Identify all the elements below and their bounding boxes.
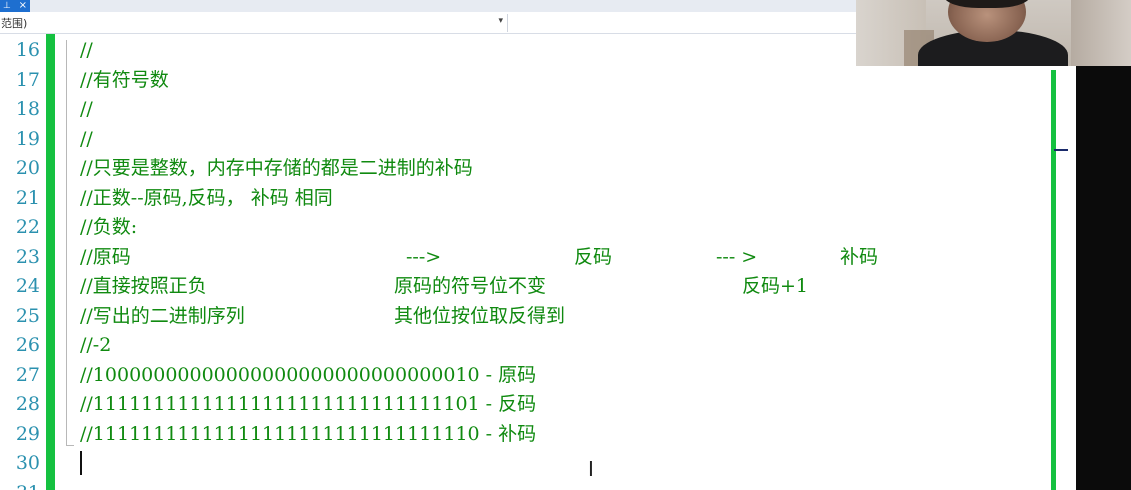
close-icon[interactable]: × <box>19 0 27 12</box>
code-line[interactable]: // <box>80 125 104 155</box>
line-number: 17 <box>15 68 40 91</box>
code-comment: 反码+1 <box>742 275 809 297</box>
text-caret <box>80 451 82 475</box>
code-comment: //10000000000000000000000000000010 - 原码 <box>80 363 537 386</box>
code-comment: ---> <box>406 245 442 268</box>
line-number: 20 <box>15 157 40 179</box>
code-line[interactable]: //负数: <box>80 213 137 243</box>
line-number: 21 <box>15 186 40 209</box>
scope-dropdown[interactable]: 范围) ▾ <box>0 14 508 32</box>
code-comment: 反码 <box>574 245 613 268</box>
line-number: 27 <box>15 363 40 386</box>
code-comment: //直接按照正负 <box>80 275 207 297</box>
code-comment: //11111111111111111111111111111110 - 补码 <box>80 422 537 445</box>
webcam-overlay <box>856 0 1131 66</box>
line-number: 23 <box>15 245 40 268</box>
code-comment: 补码 <box>840 245 879 268</box>
code-line[interactable]: //写出的二进制序列 其他位按位取反得到 <box>80 302 980 332</box>
code-line[interactable]: // <box>80 95 104 125</box>
code-line[interactable]: //正数--原码,反码， 补码 相同 <box>80 184 333 214</box>
editor-window: ⊥ × 范围) ▾ 16 17 18 19 20 21 22 23 24 25 … <box>0 0 1131 490</box>
code-line[interactable]: //有符号数 <box>80 66 169 96</box>
code-comment: 其他位按位取反得到 <box>394 304 566 327</box>
code-comment: //只要是整数，内存中存储的都是二进制的补码 <box>80 157 473 179</box>
code-comment: //原码 <box>80 245 131 268</box>
line-number: 24 <box>15 275 40 297</box>
tab-pin-icon: ⊥ <box>3 1 11 11</box>
code-comment: //-2 <box>80 334 112 356</box>
navigation-bar: 范围) ▾ <box>0 12 856 34</box>
line-number: 30 <box>15 452 40 474</box>
code-comment: //写出的二进制序列 <box>80 304 245 327</box>
code-comment: //负数: <box>80 216 138 238</box>
line-number-gutter: 16 17 18 19 20 21 22 23 24 25 26 27 28 2… <box>0 34 44 490</box>
code-line[interactable]: //-2 <box>80 331 111 361</box>
code-comment: // <box>80 127 93 150</box>
outlining-fold-end <box>66 445 74 446</box>
code-comment: //11111111111111111111111111111101 - 反码 <box>80 393 537 415</box>
line-number: 19 <box>15 127 40 150</box>
line-number: 18 <box>15 98 40 120</box>
code-line-current[interactable] <box>80 449 104 479</box>
code-comment: //正数--原码,反码， 补码 相同 <box>80 186 333 209</box>
line-number: 26 <box>15 334 40 356</box>
line-number: 16 <box>15 39 40 61</box>
scrollbar-change-margin <box>1051 70 1056 490</box>
line-number: 22 <box>15 216 40 238</box>
code-line[interactable]: // <box>80 36 104 66</box>
outlining-fold-line <box>66 40 67 445</box>
background-panel <box>1076 66 1131 490</box>
webcam-background <box>1071 0 1131 66</box>
scrollbar-caret-marker <box>1054 149 1068 151</box>
line-number: 25 <box>15 304 40 327</box>
code-comment: //有符号数 <box>80 68 169 91</box>
chevron-down-icon[interactable]: ▾ <box>498 16 503 26</box>
code-comment: --- > <box>716 245 758 268</box>
line-number: 31 <box>0 479 40 490</box>
active-document-tab[interactable]: ⊥ × <box>0 0 30 12</box>
line-number: 28 <box>15 393 40 415</box>
code-line[interactable]: //11111111111111111111111111111101 - 反码 <box>80 390 536 420</box>
code-line[interactable]: //只要是整数，内存中存储的都是二进制的补码 <box>80 154 473 184</box>
code-comment: 原码的符号位不变 <box>394 275 547 297</box>
code-line[interactable]: //11111111111111111111111111111110 - 补码 <box>80 420 536 450</box>
ibeam-cursor-icon: I <box>588 457 594 481</box>
line-number: 29 <box>15 422 40 445</box>
scope-dropdown-label: 范围) <box>1 17 28 30</box>
change-tracking-margin <box>46 34 55 490</box>
code-line[interactable]: //直接按照正负 原码的符号位不变 反码+1 <box>80 272 980 302</box>
code-line[interactable]: //原码 ---> 反码 --- > 补码 <box>80 243 980 273</box>
code-comment: // <box>80 39 93 61</box>
code-line[interactable]: //10000000000000000000000000000010 - 原码 <box>80 361 536 391</box>
code-comment: // <box>80 98 93 120</box>
